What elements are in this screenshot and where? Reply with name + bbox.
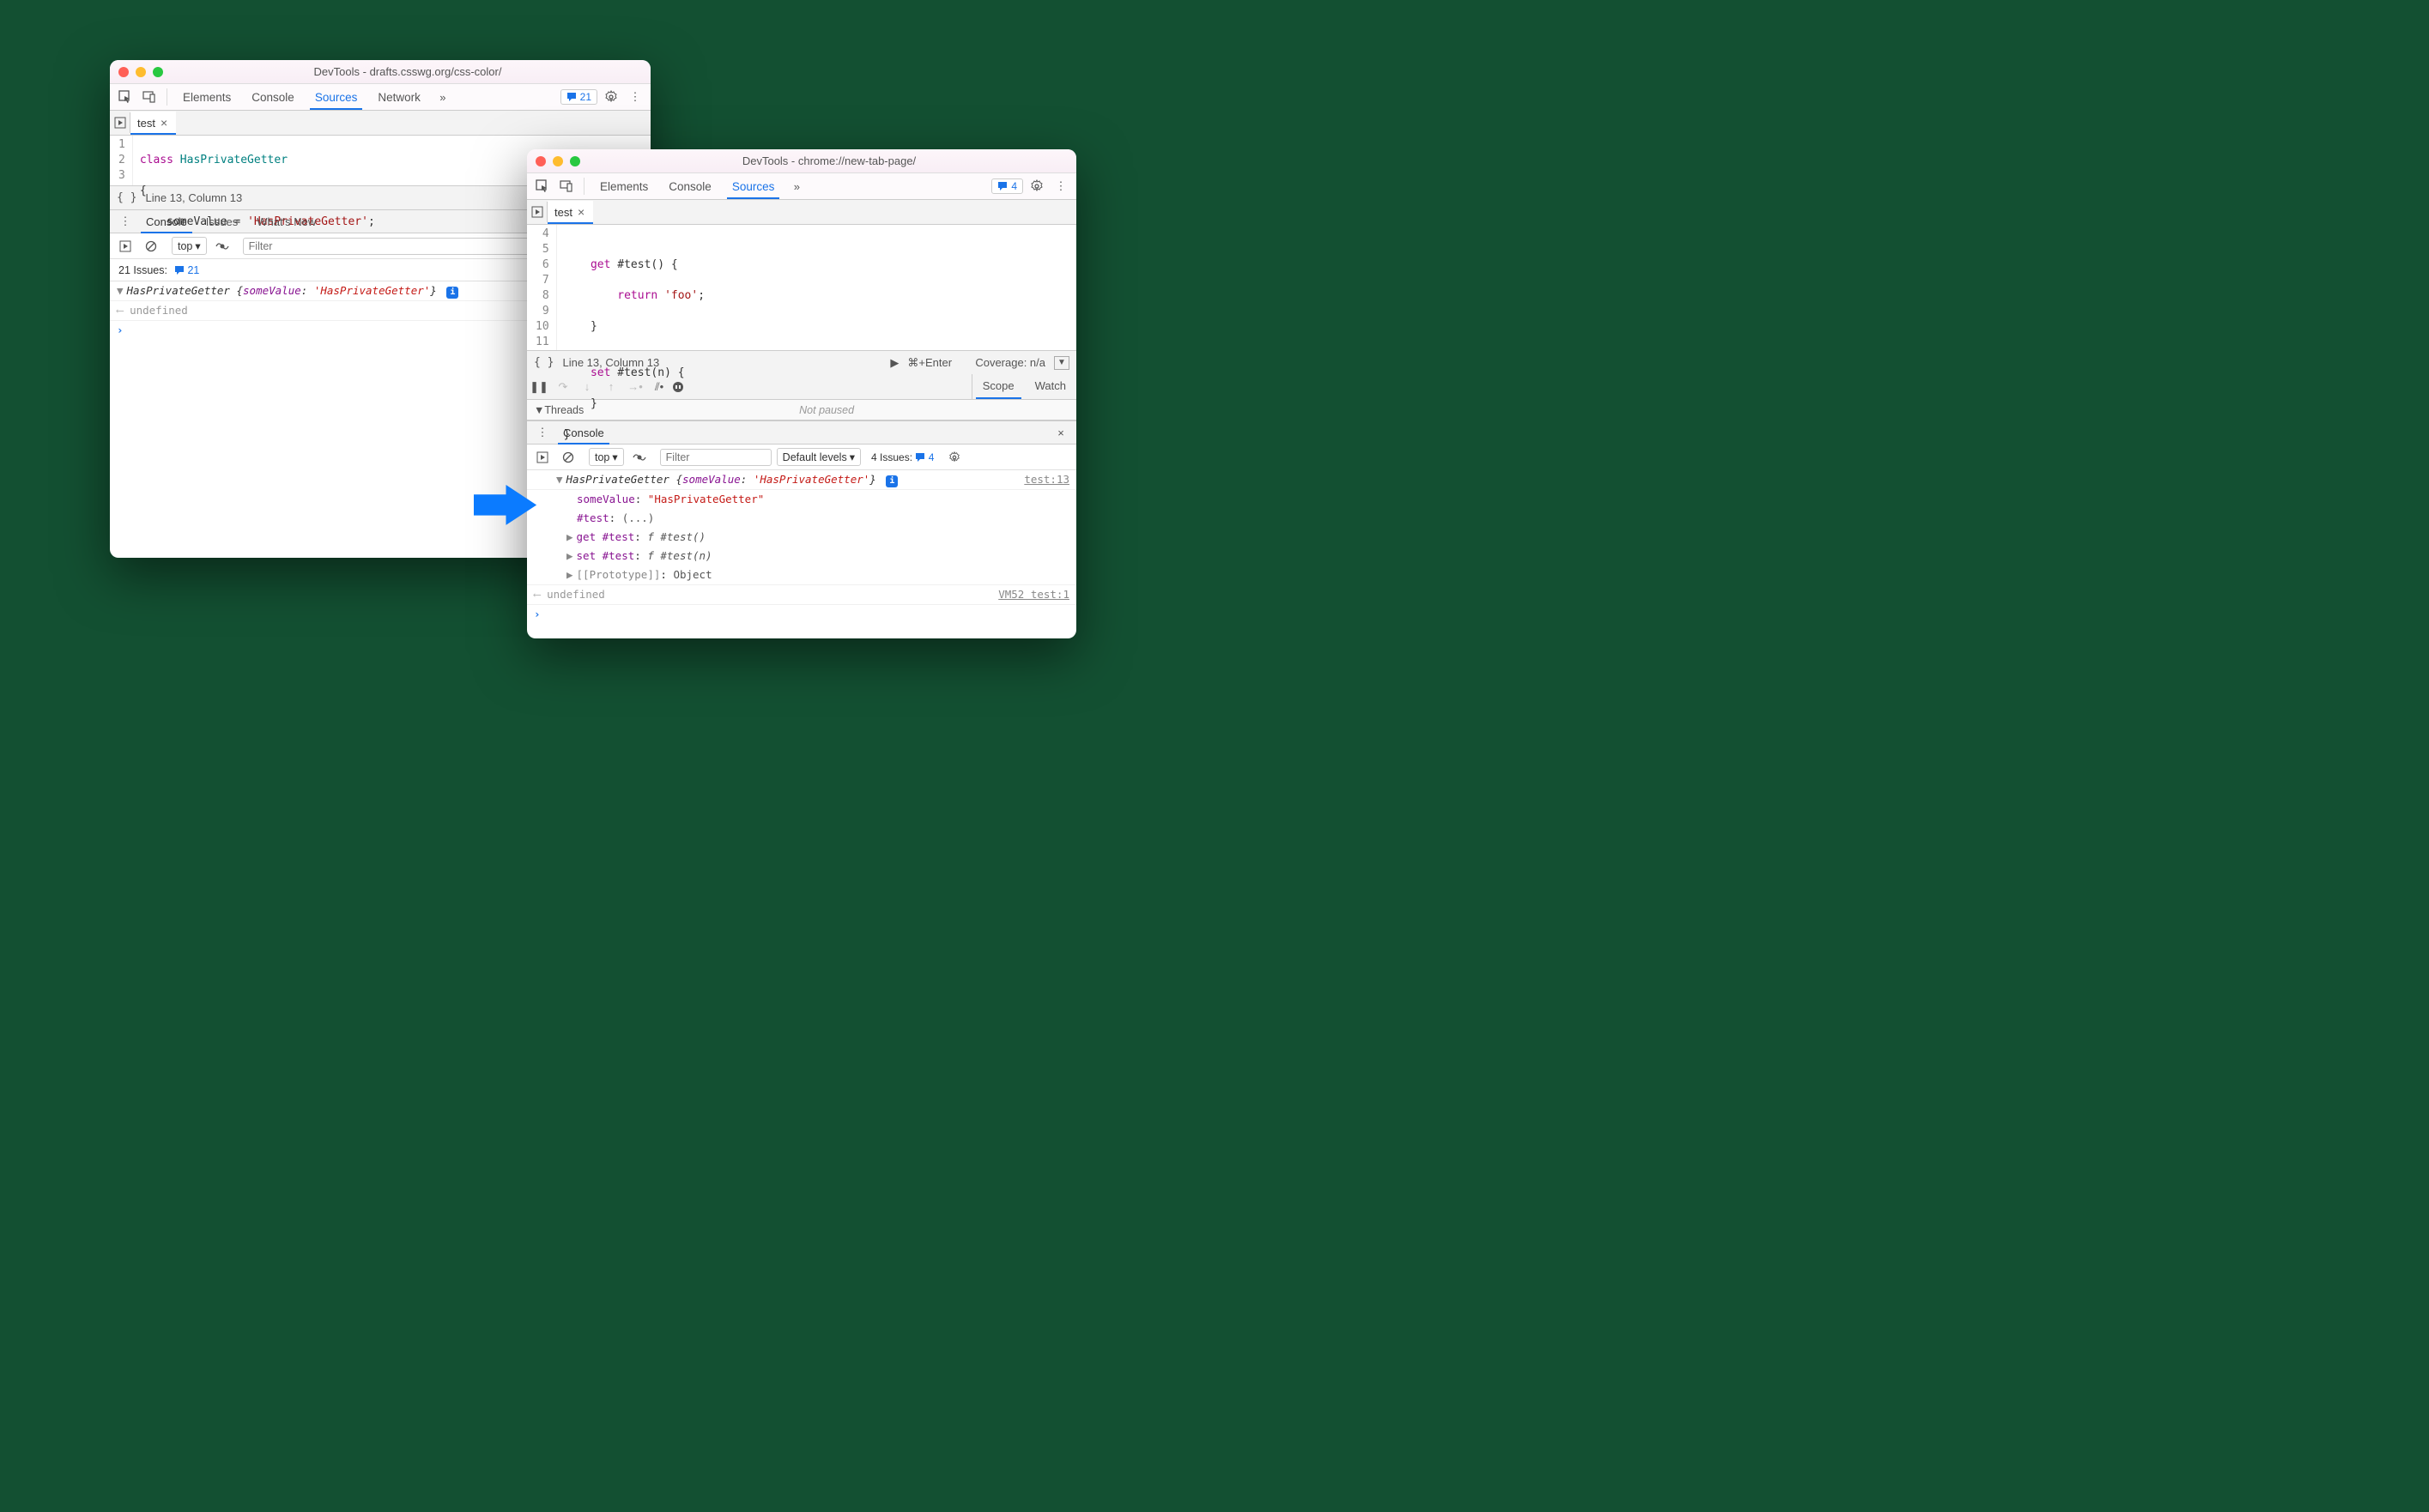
maximize-window-button[interactable] <box>153 67 163 77</box>
window-titlebar: DevTools - chrome://new-tab-page/ <box>527 149 1076 173</box>
collapse-icon[interactable]: ▼ <box>1054 356 1069 370</box>
pause-exceptions-icon[interactable] <box>671 380 695 394</box>
scope-tab[interactable]: Scope <box>972 374 1025 399</box>
pretty-print-icon[interactable]: { } <box>534 356 554 369</box>
source-link[interactable]: VM52 test:1 <box>998 586 1069 603</box>
settings-icon[interactable] <box>601 87 621 107</box>
minimize-window-button[interactable] <box>553 156 563 166</box>
tab-sources[interactable]: Sources <box>306 86 366 109</box>
line-gutter: 1 2 3 <box>110 136 133 185</box>
arrow-annotation <box>474 485 538 528</box>
tab-network[interactable]: Network <box>369 86 429 109</box>
kebab-menu-icon[interactable]: ⋮ <box>115 211 136 232</box>
file-tabs-bar: test × <box>110 111 651 136</box>
kebab-menu-icon[interactable]: ⋮ <box>532 422 553 443</box>
line-gutter: 4 5 6 7 8 9 10 11 <box>527 225 557 350</box>
tab-sources[interactable]: Sources <box>724 175 784 198</box>
code-editor[interactable]: 4 5 6 7 8 9 10 11 get #test() { return '… <box>527 225 1076 350</box>
step-icon[interactable]: →• <box>623 380 647 393</box>
console-output[interactable]: ▼ HasPrivateGetter {someValue: 'HasPriva… <box>527 470 1076 624</box>
window-titlebar: DevTools - drafts.csswg.org/css-color/ <box>110 60 651 84</box>
file-tabs-bar: test × <box>527 200 1076 225</box>
close-drawer-icon[interactable]: × <box>1051 422 1071 443</box>
close-tab-icon[interactable]: × <box>578 205 585 219</box>
drawer-issues-tab[interactable]: Issues <box>197 211 247 233</box>
info-icon[interactable]: i <box>886 475 898 487</box>
console-settings-icon[interactable] <box>944 447 965 468</box>
tab-console[interactable]: Console <box>243 86 303 109</box>
info-icon[interactable]: i <box>446 287 458 299</box>
issues-badge[interactable]: 4 <box>991 178 1023 194</box>
device-toggle-icon[interactable] <box>556 176 577 197</box>
step-into-icon[interactable]: ↓ <box>575 380 599 393</box>
step-over-icon[interactable]: ↷ <box>551 380 575 394</box>
clear-console-icon[interactable] <box>141 236 161 257</box>
tab-console[interactable]: Console <box>660 175 720 198</box>
drawer-console-tab[interactable]: Console <box>554 422 613 444</box>
device-toggle-icon[interactable] <box>139 87 160 107</box>
toggle-sidebar-icon[interactable] <box>532 447 553 468</box>
issues-badge[interactable]: 21 <box>560 89 597 105</box>
cursor-position: Line 13, Column 13 <box>562 356 659 369</box>
clear-console-icon[interactable] <box>558 447 578 468</box>
levels-selector[interactable]: Default levels ▾ <box>777 448 861 466</box>
drawer-tabs: ⋮ Console × <box>527 420 1076 445</box>
more-tabs-icon[interactable]: » <box>433 87 453 107</box>
live-expression-icon[interactable] <box>629 447 650 468</box>
more-tabs-icon[interactable]: » <box>786 176 807 197</box>
play-icon[interactable]: ▶ <box>890 356 899 370</box>
live-expression-icon[interactable] <box>212 236 233 257</box>
pause-icon[interactable]: ❚❚ <box>527 380 551 394</box>
window-title: DevTools - chrome://new-tab-page/ <box>591 154 1068 167</box>
run-snippet-icon[interactable] <box>527 202 548 222</box>
toggle-sidebar-icon[interactable] <box>115 236 136 257</box>
pretty-print-icon[interactable]: { } <box>117 191 136 204</box>
context-selector[interactable]: top ▾ <box>589 448 624 466</box>
source-link[interactable]: test:13 <box>1024 471 1069 488</box>
settings-icon[interactable] <box>1027 176 1047 197</box>
window-title: DevTools - drafts.csswg.org/css-color/ <box>173 65 642 78</box>
kebab-menu-icon[interactable]: ⋮ <box>1051 176 1071 197</box>
drawer-console-tab[interactable]: Console <box>137 211 196 233</box>
close-tab-icon[interactable]: × <box>161 116 167 130</box>
watch-tab[interactable]: Watch <box>1025 374 1076 399</box>
prompt-icon: › <box>117 322 124 339</box>
deactivate-breakpoints-icon[interactable]: ⫽• <box>647 380 671 394</box>
run-snippet-icon[interactable] <box>110 112 130 133</box>
tab-elements[interactable]: Elements <box>591 175 657 198</box>
step-out-icon[interactable]: ↑ <box>599 380 623 393</box>
issues-link[interactable]: 4 Issues: 4 <box>871 451 934 463</box>
main-toolbar: Elements Console Sources Network » 21 ⋮ <box>110 84 651 111</box>
file-tab[interactable]: test × <box>130 112 176 134</box>
main-toolbar: Elements Console Sources » 4 ⋮ <box>527 173 1076 200</box>
inspect-icon[interactable] <box>115 87 136 107</box>
maximize-window-button[interactable] <box>570 156 580 166</box>
kebab-menu-icon[interactable]: ⋮ <box>625 87 645 107</box>
coverage-status[interactable]: Coverage: n/a <box>975 356 1045 369</box>
file-tab[interactable]: test × <box>548 201 593 223</box>
close-window-button[interactable] <box>118 67 129 77</box>
drawer-whatsnew-tab[interactable]: What's New <box>248 211 324 233</box>
tab-elements[interactable]: Elements <box>174 86 239 109</box>
prompt-icon: › <box>534 606 541 623</box>
inspect-icon[interactable] <box>532 176 553 197</box>
filter-input[interactable] <box>660 449 772 466</box>
minimize-window-button[interactable] <box>136 67 146 77</box>
context-selector[interactable]: top ▾ <box>172 237 207 255</box>
close-window-button[interactable] <box>536 156 546 166</box>
cursor-position: Line 13, Column 13 <box>145 191 242 204</box>
